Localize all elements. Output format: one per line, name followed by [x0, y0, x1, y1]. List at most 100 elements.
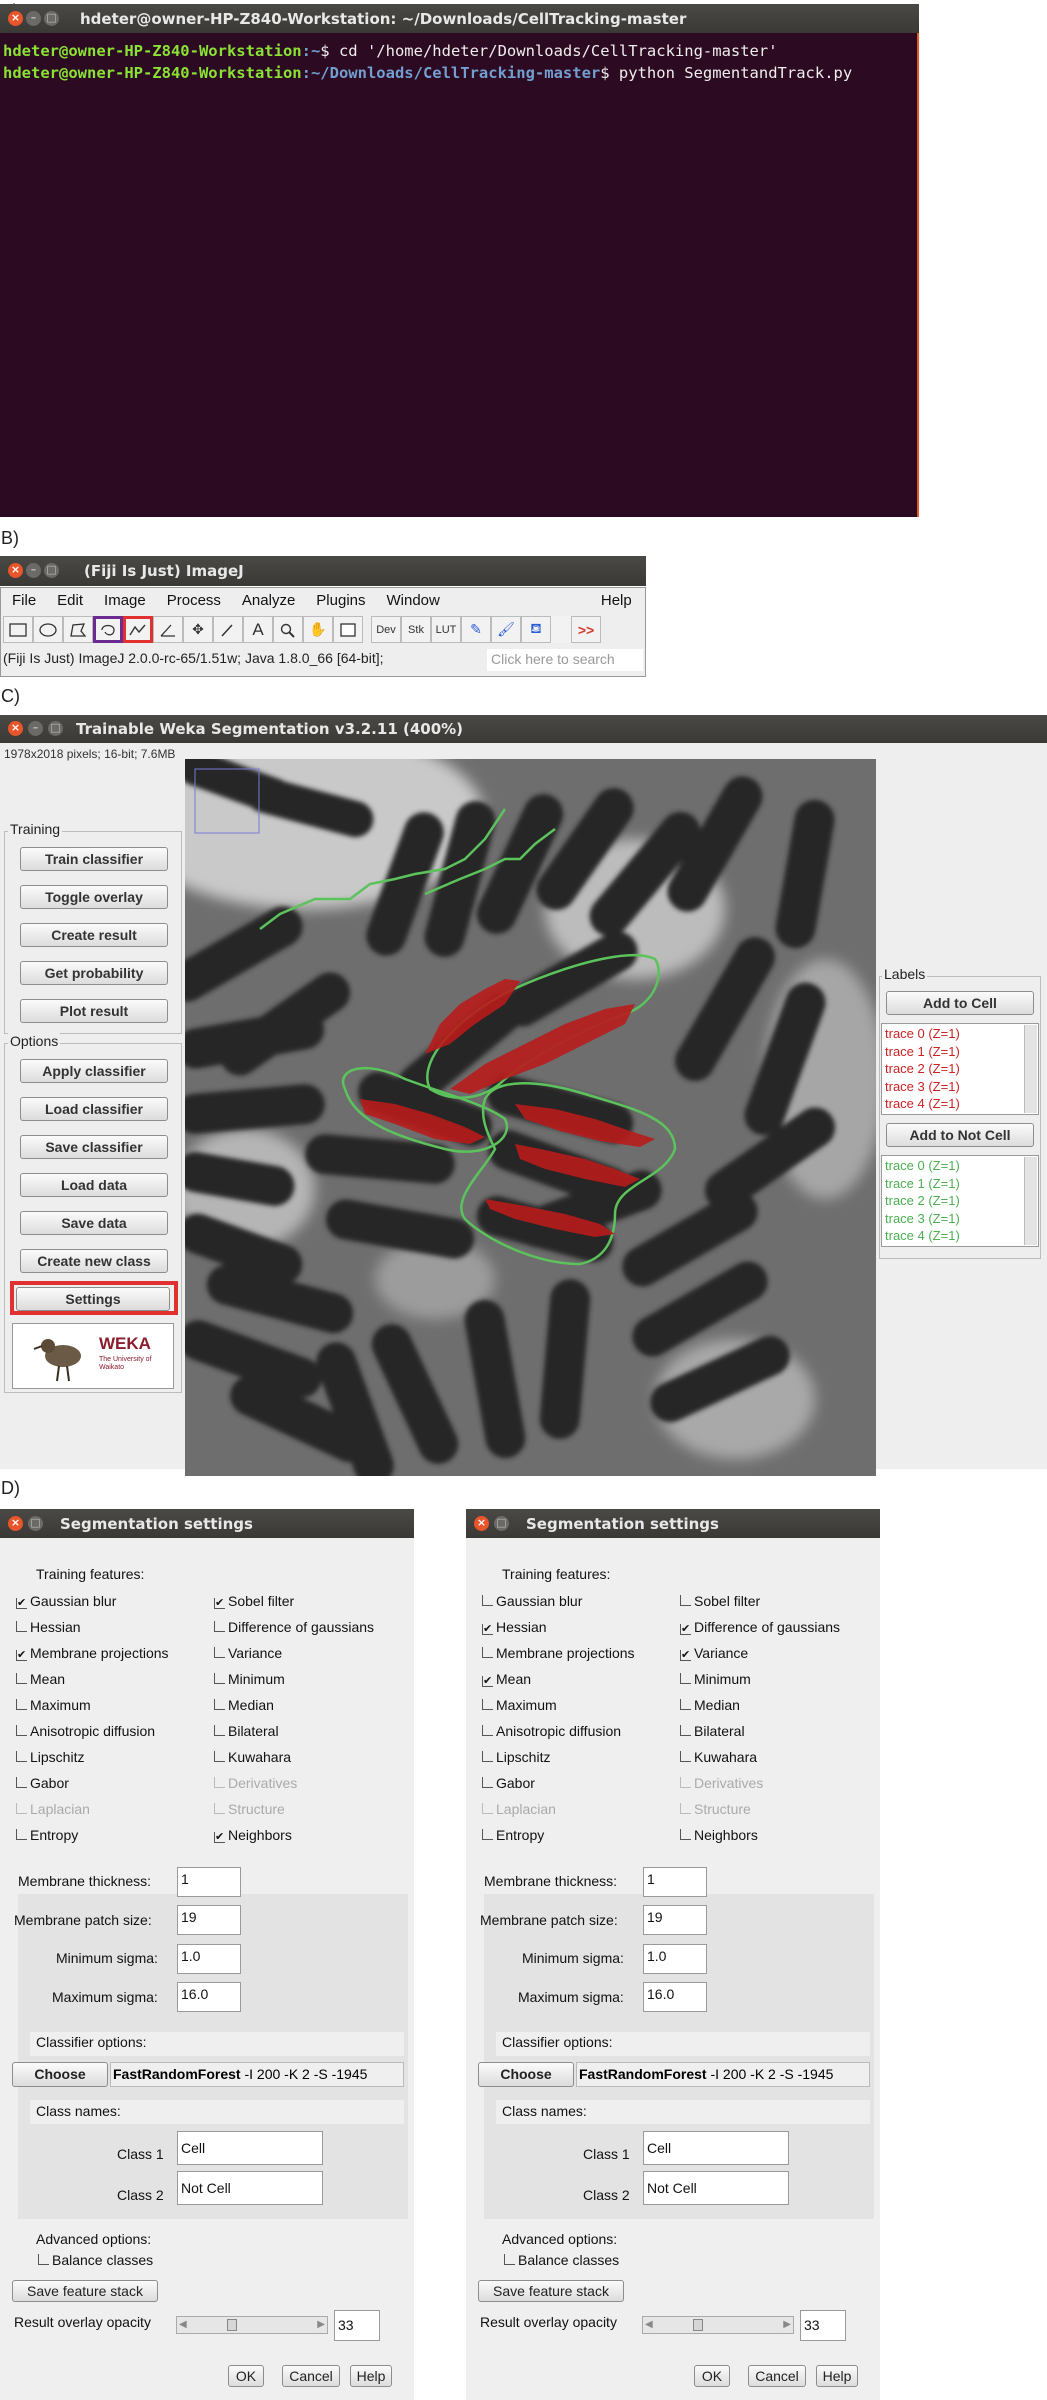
wand-tool-icon[interactable] — [213, 616, 243, 643]
toggle-overlay-button[interactable]: Toggle overlay — [20, 885, 168, 909]
image-canvas[interactable] — [185, 759, 876, 1476]
ok-button[interactable]: OK — [694, 2365, 730, 2387]
polygon-tool-icon[interactable] — [63, 616, 93, 643]
list-item[interactable]: trace 0 (Z=1) — [885, 1025, 1035, 1043]
feature-checkbox[interactable]: Lipschitz — [482, 1749, 550, 1765]
feature-checkbox[interactable]: Variance — [214, 1645, 282, 1661]
slider-left-arrow-icon[interactable]: ◀ — [179, 2319, 187, 2330]
freehand-tool-icon[interactable] — [93, 616, 123, 643]
class1-field[interactable]: Cell — [643, 2131, 789, 2165]
feature-checkbox[interactable]: Maximum — [16, 1697, 91, 1713]
help-button[interactable]: Help — [816, 2365, 858, 2387]
weka-logo[interactable]: WEKA The University of Waikato — [12, 1323, 174, 1389]
dev-tool[interactable]: Dev — [371, 616, 401, 643]
list-item[interactable]: trace 4 (Z=1) — [885, 1095, 1035, 1113]
feature-checkbox[interactable]: ✔ Membrane projections — [16, 1645, 169, 1661]
list-item[interactable]: trace 4 (Z=1) — [885, 1227, 1035, 1245]
membrane-thickness-field[interactable]: 1 — [177, 1867, 241, 1897]
feature-checkbox[interactable]: Entropy — [482, 1827, 544, 1843]
balance-classes-checkbox[interactable]: Balance classes — [38, 2252, 153, 2268]
close-icon[interactable]: × — [8, 11, 23, 26]
minimize-icon[interactable]: – — [26, 11, 41, 26]
feature-checkbox[interactable]: Anisotropic diffusion — [16, 1723, 155, 1739]
slider-thumb[interactable] — [692, 2319, 703, 2331]
train-classifier-button[interactable]: Train classifier — [20, 847, 168, 871]
feature-checkbox[interactable]: Maximum — [482, 1697, 557, 1713]
menu-process[interactable]: Process — [156, 588, 231, 614]
feature-checkbox[interactable]: ✔ Neighbors — [214, 1827, 292, 1843]
save-data-button[interactable]: Save data — [20, 1211, 168, 1235]
slider-thumb[interactable] — [226, 2319, 237, 2331]
maximize-icon[interactable]: □ — [48, 721, 63, 736]
maximize-icon[interactable]: □ — [494, 1516, 509, 1531]
max-sigma-field[interactable]: 16.0 — [643, 1982, 707, 2012]
magnifier-icon[interactable] — [273, 616, 303, 643]
close-icon[interactable]: × — [8, 563, 23, 578]
terminal-titlebar[interactable]: × – □ hdeter@owner-HP-Z840-Workstation: … — [0, 4, 919, 33]
feature-checkbox[interactable]: Hessian — [16, 1619, 81, 1635]
get-probability-button[interactable]: Get probability — [20, 961, 168, 985]
feature-checkbox[interactable]: ✔ Variance — [680, 1645, 748, 1661]
menu-plugins[interactable]: Plugins — [305, 588, 375, 614]
create-result-button[interactable]: Create result — [20, 923, 168, 947]
class1-field[interactable]: Cell — [177, 2131, 323, 2165]
minimize-icon[interactable]: – — [26, 563, 41, 578]
list-item[interactable]: trace 3 (Z=1) — [885, 1210, 1035, 1228]
feature-checkbox[interactable]: Neighbors — [680, 1827, 758, 1843]
angle-tool-icon[interactable] — [153, 616, 183, 643]
opacity-field[interactable]: 33 — [334, 2310, 380, 2341]
feature-checkbox[interactable]: Entropy — [16, 1827, 78, 1843]
save-classifier-button[interactable]: Save classifier — [20, 1135, 168, 1159]
imagej-titlebar[interactable]: × – □ (Fiji Is Just) ImageJ — [0, 556, 646, 586]
feature-checkbox[interactable]: Kuwahara — [680, 1749, 757, 1765]
maximize-icon[interactable]: □ — [28, 1516, 43, 1531]
menu-help[interactable]: Help — [590, 588, 642, 614]
feature-checkbox[interactable]: ✔ Hessian — [482, 1619, 547, 1635]
balance-classes-checkbox[interactable]: Balance classes — [504, 2252, 619, 2268]
feature-checkbox[interactable]: Gaussian blur — [482, 1593, 582, 1609]
cancel-button[interactable]: Cancel — [748, 2365, 806, 2387]
close-icon[interactable]: × — [474, 1516, 489, 1531]
feature-checkbox[interactable]: Derivatives — [214, 1775, 297, 1791]
maximize-icon[interactable]: □ — [44, 563, 59, 578]
load-data-button[interactable]: Load data — [20, 1173, 168, 1197]
list-item[interactable]: trace 3 (Z=1) — [885, 1078, 1035, 1096]
choose-classifier-button[interactable]: Choose — [12, 2062, 108, 2087]
feature-checkbox[interactable]: ✔ Mean — [482, 1671, 531, 1687]
brush-icon[interactable]: 🖌 — [491, 616, 521, 643]
list-item[interactable]: trace 0 (Z=1) — [885, 1157, 1035, 1175]
menu-image[interactable]: Image — [93, 588, 156, 614]
slider-left-arrow-icon[interactable]: ◀ — [645, 2319, 653, 2330]
feature-checkbox[interactable]: ✔ Sobel filter — [214, 1593, 294, 1609]
feature-checkbox[interactable]: Sobel filter — [680, 1593, 760, 1609]
feature-checkbox[interactable]: Mean — [16, 1671, 65, 1687]
class2-field[interactable]: Not Cell — [177, 2171, 323, 2205]
add-to-cell-button[interactable]: Add to Cell — [886, 991, 1034, 1015]
load-classifier-button[interactable]: Load classifier — [20, 1097, 168, 1121]
slider-right-arrow-icon[interactable]: ▶ — [783, 2319, 791, 2330]
add-to-not-cell-button[interactable]: Add to Not Cell — [886, 1123, 1034, 1147]
maximize-icon[interactable]: □ — [44, 11, 59, 26]
menu-file[interactable]: File — [1, 588, 46, 614]
list-item[interactable]: trace 2 (Z=1) — [885, 1192, 1035, 1210]
feature-checkbox[interactable]: Minimum — [214, 1671, 285, 1687]
feature-checkbox[interactable]: Gabor — [482, 1775, 535, 1791]
opacity-slider[interactable]: ◀ ▶ — [642, 2316, 794, 2334]
opacity-slider[interactable]: ◀ ▶ — [176, 2316, 328, 2334]
membrane-thickness-field[interactable]: 1 — [643, 1867, 707, 1897]
menu-edit[interactable]: Edit — [46, 588, 93, 614]
close-icon[interactable]: × — [8, 1516, 23, 1531]
feature-checkbox[interactable]: ✔ Gaussian blur — [16, 1593, 116, 1609]
feature-checkbox[interactable]: ✔ Difference of gaussians — [680, 1619, 840, 1635]
feature-checkbox[interactable]: Bilateral — [214, 1723, 279, 1739]
feature-checkbox[interactable]: Kuwahara — [214, 1749, 291, 1765]
feature-checkbox[interactable]: Lipschitz — [16, 1749, 84, 1765]
flood-fill-icon[interactable]: ⛾ — [521, 616, 551, 643]
menu-analyze[interactable]: Analyze — [231, 588, 305, 614]
list-item[interactable]: trace 1 (Z=1) — [885, 1043, 1035, 1061]
feature-checkbox[interactable]: Laplacian — [16, 1801, 90, 1817]
slider-right-arrow-icon[interactable]: ▶ — [317, 2319, 325, 2330]
not-cell-trace-list[interactable]: trace 0 (Z=1) trace 1 (Z=1) trace 2 (Z=1… — [881, 1155, 1039, 1247]
feature-checkbox[interactable]: Gabor — [16, 1775, 69, 1791]
search-input[interactable]: Click here to search — [487, 649, 643, 671]
